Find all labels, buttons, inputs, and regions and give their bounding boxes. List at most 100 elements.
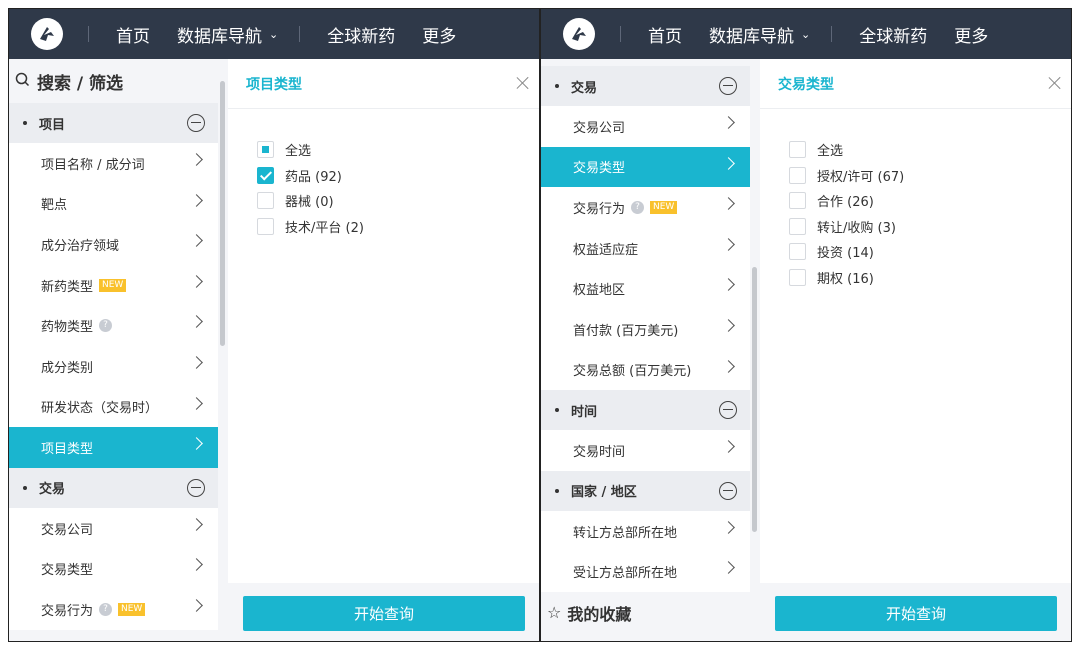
- sidebar-item[interactable]: 交易公司: [541, 106, 750, 147]
- nav-home[interactable]: 首页: [648, 22, 682, 47]
- favorites-header[interactable]: ☆ 我的收藏: [541, 591, 750, 634]
- sidebar-item[interactable]: 权益地区: [541, 268, 750, 309]
- checkbox-option[interactable]: 转让/收购 (3): [789, 214, 1071, 240]
- nav-home[interactable]: 首页: [116, 22, 150, 47]
- chevron-right-icon: [190, 437, 203, 451]
- filter-options-panel: 交易类型 全选 授权/许可 (67) 合作 (26) 转让/收购 (3) 投资 …: [760, 59, 1071, 641]
- filter-panel-header: 项目类型: [228, 59, 539, 109]
- search-icon: [15, 72, 33, 91]
- checkbox-option[interactable]: 期权 (16): [789, 265, 1071, 291]
- sidebar-item-active[interactable]: 项目类型: [9, 427, 218, 468]
- checkbox[interactable]: [789, 268, 806, 286]
- checkbox-option[interactable]: 合作 (26): [789, 188, 1071, 214]
- checkbox-option[interactable]: 药品 (92): [257, 163, 539, 189]
- nav-divider: [620, 26, 621, 42]
- chevron-right-icon: [190, 558, 203, 572]
- sidebar-item[interactable]: 受让方总部所在地: [541, 551, 750, 592]
- sidebar-item[interactable]: 交易行为? NEW: [541, 187, 750, 228]
- nav-global-drugs[interactable]: 全球新药: [859, 22, 927, 47]
- nav-db-navigation[interactable]: 数据库导航 ⌄: [709, 22, 810, 47]
- logo-icon[interactable]: [563, 18, 595, 50]
- sidebar-item[interactable]: 交易行为? NEW: [9, 588, 218, 630]
- collapse-icon[interactable]: [187, 478, 205, 497]
- checkbox[interactable]: [257, 217, 274, 235]
- checkbox[interactable]: [789, 166, 806, 184]
- nav-more[interactable]: 更多: [954, 22, 988, 47]
- nav-divider: [88, 26, 89, 42]
- checkbox[interactable]: [789, 141, 806, 159]
- checkbox[interactable]: [789, 217, 806, 235]
- collapse-icon[interactable]: [719, 481, 737, 500]
- star-icon: ☆: [547, 603, 562, 623]
- filter-options-list: 全选 药品 (92) 器械 (0) 技术/平台 (2): [228, 109, 539, 583]
- section-project[interactable]: 项目: [9, 103, 218, 143]
- sidebar-item[interactable]: 权益适应症: [541, 227, 750, 269]
- start-query-button[interactable]: 开始查询: [243, 595, 525, 631]
- logo-icon[interactable]: [31, 18, 63, 50]
- sidebar-item-active[interactable]: 交易类型: [541, 146, 750, 188]
- sidebar-scrollbar[interactable]: [220, 81, 225, 346]
- collapse-icon[interactable]: [719, 77, 737, 95]
- chevron-right-icon: [190, 599, 203, 612]
- checkbox-option[interactable]: 全选: [789, 137, 1071, 163]
- collapse-icon[interactable]: [719, 401, 737, 420]
- bullet-icon: [555, 408, 559, 413]
- sidebar-title: 搜索 / 筛选: [9, 59, 218, 103]
- section-time[interactable]: 时间: [541, 390, 750, 431]
- sidebar-item[interactable]: 项目名称 / 成分词: [9, 143, 218, 184]
- chevron-right-icon: [722, 237, 735, 251]
- checkbox[interactable]: [257, 192, 274, 210]
- chevron-right-icon: [190, 153, 203, 166]
- checkbox-option[interactable]: 全选: [257, 137, 539, 163]
- help-icon[interactable]: ?: [631, 200, 645, 214]
- chevron-right-icon: [722, 359, 735, 373]
- sidebar-item[interactable]: 新药类型 NEW: [9, 264, 218, 306]
- close-icon[interactable]: [516, 76, 530, 90]
- checkbox-option[interactable]: 授权/许可 (67): [789, 163, 1071, 189]
- sidebar-item[interactable]: 交易公司: [9, 507, 218, 549]
- section-country[interactable]: 国家 / 地区: [541, 470, 750, 511]
- chevron-right-icon: [722, 278, 735, 292]
- checkbox[interactable]: [789, 243, 806, 261]
- sidebar-item[interactable]: 首付款 (百万美元): [541, 308, 750, 350]
- checkbox-option[interactable]: 投资 (14): [789, 239, 1071, 265]
- new-badge: NEW: [650, 200, 678, 214]
- checkbox-checked[interactable]: [257, 166, 274, 184]
- checkbox-option[interactable]: 技术/平台 (2): [257, 214, 539, 240]
- sidebar-item[interactable]: 成分治疗领域: [9, 224, 218, 265]
- checkbox-option[interactable]: 器械 (0): [257, 188, 539, 214]
- left-screen: 首页 数据库导航 ⌄ 全球新药 更多 搜索 / 筛选 项目 项目名称 / 成分词 …: [8, 8, 540, 642]
- section-deal[interactable]: 交易: [541, 66, 750, 106]
- top-nav: 首页 数据库导航 ⌄ 全球新药 更多: [9, 9, 539, 59]
- chevron-down-icon: ⌄: [801, 27, 811, 41]
- nav-divider: [299, 26, 301, 42]
- checkbox-partial[interactable]: [257, 141, 274, 159]
- nav-global-drugs[interactable]: 全球新药: [327, 22, 395, 47]
- close-icon[interactable]: [1048, 76, 1062, 90]
- chevron-right-icon: [722, 520, 735, 534]
- nav-db-navigation[interactable]: 数据库导航 ⌄: [177, 22, 278, 47]
- sidebar-item[interactable]: 成分类别: [9, 345, 218, 387]
- filter-footer: 开始查询: [228, 583, 539, 641]
- sidebar-item[interactable]: 药物类型?: [9, 305, 218, 346]
- sidebar-item[interactable]: 交易总额 (百万美元): [541, 349, 750, 391]
- chevron-right-icon: [722, 116, 735, 129]
- start-query-button[interactable]: 开始查询: [775, 595, 1057, 631]
- new-badge: NEW: [99, 278, 127, 292]
- help-icon[interactable]: ?: [99, 319, 113, 333]
- chevron-down-icon: ⌄: [269, 27, 279, 41]
- collapse-icon[interactable]: [187, 114, 205, 132]
- sidebar-item[interactable]: 交易类型: [9, 548, 218, 589]
- sidebar-item[interactable]: 研发状态（交易时）: [9, 386, 218, 428]
- nav-more[interactable]: 更多: [422, 22, 456, 47]
- sidebar-item[interactable]: 交易时间: [541, 430, 750, 471]
- sidebar-item[interactable]: 靶点: [9, 183, 218, 225]
- chevron-right-icon: [722, 197, 735, 211]
- section-deal[interactable]: 交易: [9, 467, 218, 508]
- filter-sidebar: 交易 交易公司 交易类型 交易行为? NEW 权益适应症 权益地区 首付款 (百万…: [541, 59, 750, 641]
- top-nav: 首页 数据库导航 ⌄ 全球新药 更多: [541, 9, 1071, 59]
- help-icon[interactable]: ?: [99, 602, 113, 616]
- checkbox[interactable]: [789, 192, 806, 210]
- sidebar-item[interactable]: 转让方总部所在地: [541, 510, 750, 552]
- sidebar-scrollbar[interactable]: [752, 267, 757, 532]
